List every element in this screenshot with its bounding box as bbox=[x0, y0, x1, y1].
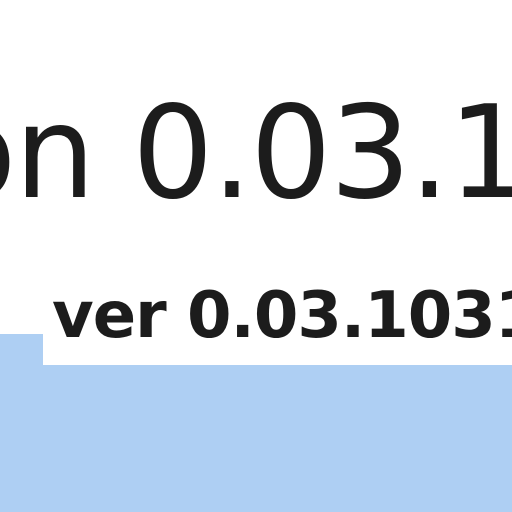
version-heading: on 0.03.1 bbox=[0, 79, 512, 228]
selection-highlight-tab bbox=[0, 334, 43, 368]
selection-highlight bbox=[0, 365, 512, 512]
version-screen: on 0.03.1 ver 0.03.1031 bbox=[0, 0, 512, 512]
version-label: ver 0.03.1031 bbox=[52, 279, 512, 353]
